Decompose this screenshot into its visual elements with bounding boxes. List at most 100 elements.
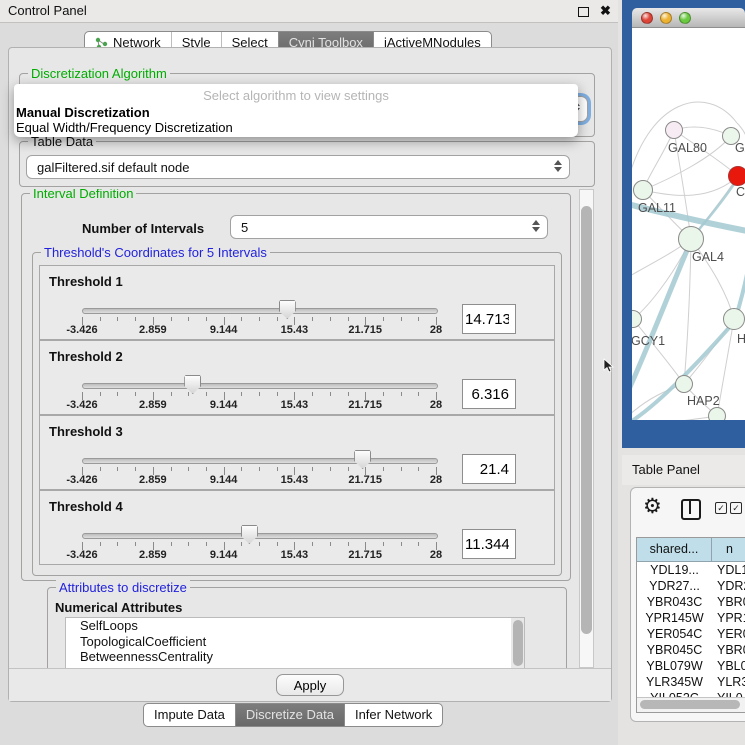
table-row[interactable]: YPR145WYPR1 — [637, 610, 745, 626]
dropdown-option-manual[interactable]: Manual Discretization — [14, 105, 578, 120]
close-traffic-light[interactable] — [641, 12, 653, 24]
bottom-tab-bar: Impute Data Discretize Data Infer Networ… — [143, 703, 443, 727]
stepper-icons — [532, 220, 540, 232]
table-row[interactable]: YBR043CYBR0 — [637, 594, 745, 610]
tick-mark — [188, 317, 189, 321]
tick-label: 15.43 — [281, 549, 309, 561]
table-row[interactable]: YBR045CYBR0 — [637, 642, 745, 658]
network-canvas[interactable]: GAL80 GA C GAL11 GAL4 GCY1 H HAP2 — [632, 28, 745, 420]
node-label-gcy1: GCY1 — [632, 334, 665, 348]
cell-name[interactable]: YBR0 — [712, 642, 745, 658]
cell-shared-name[interactable]: YBR043C — [637, 594, 712, 610]
apply-button[interactable]: Apply — [276, 674, 344, 696]
tab-infer-network[interactable]: Infer Network — [344, 704, 442, 726]
threshold-value-field[interactable] — [462, 529, 516, 559]
tick-mark — [277, 542, 278, 546]
column-header-shared-name[interactable]: shared... — [637, 538, 712, 561]
slider-track[interactable] — [82, 383, 438, 389]
zoom-traffic-light[interactable] — [679, 12, 691, 24]
checkbox-icon-1[interactable]: ✓ — [715, 502, 727, 514]
list-item[interactable]: TopologicalCoefficient — [66, 634, 524, 650]
table-row[interactable]: YDR27...YDR2 — [637, 578, 745, 594]
slider-track[interactable] — [82, 533, 438, 539]
tick-mark — [241, 467, 242, 471]
node-red[interactable] — [729, 167, 745, 186]
tick-mark — [330, 392, 331, 396]
column-header-name[interactable]: n — [712, 538, 745, 561]
node-label-gal11: GAL11 — [638, 201, 676, 215]
threshold-coordinates-title: Threshold's Coordinates for 5 Intervals — [41, 245, 270, 260]
threshold-label: Threshold 4 — [49, 499, 123, 514]
tick-mark — [135, 542, 136, 546]
tick-mark — [117, 542, 118, 546]
table-row[interactable]: YBL079WYBL0 — [637, 658, 745, 674]
threshold-value-field[interactable] — [462, 379, 516, 409]
slider-track[interactable] — [82, 308, 438, 314]
tick-label: 21.715 — [348, 474, 382, 486]
cell-name[interactable]: YER0 — [712, 626, 745, 642]
slider-handle[interactable] — [241, 525, 258, 544]
table-data-select[interactable]: galFiltered.sif default node — [26, 155, 570, 179]
threshold-value-field[interactable] — [462, 454, 516, 484]
minimize-traffic-light[interactable] — [660, 12, 672, 24]
cell-shared-name[interactable]: YDR27... — [637, 578, 712, 594]
threshold-label: Threshold 2 — [49, 349, 123, 364]
cell-shared-name[interactable]: YLR345W — [637, 674, 712, 690]
horizontal-scrollbar[interactable] — [637, 697, 745, 712]
numerical-attributes-list[interactable]: SelfLoopsTopologicalCoefficientBetweenne… — [65, 617, 525, 668]
gear-icon[interactable]: ⚙ — [643, 494, 662, 519]
cell-name[interactable]: YPR1 — [712, 610, 745, 626]
cell-name[interactable]: YBR0 — [712, 594, 745, 610]
cell-shared-name[interactable]: YBR045C — [637, 642, 712, 658]
threshold-value-field[interactable] — [462, 304, 516, 334]
list-item[interactable]: BetweennessCentrality — [66, 649, 524, 665]
cell-name[interactable]: YDR2 — [712, 578, 745, 594]
table-row[interactable]: YDL19...YDL1 — [637, 562, 745, 578]
cell-shared-name[interactable]: YDL19... — [637, 562, 712, 578]
scrollbar-thumb[interactable] — [640, 700, 740, 709]
tick-mark — [188, 392, 189, 396]
cell-name[interactable]: YBL0 — [712, 658, 745, 674]
cell-name[interactable]: YDL1 — [712, 562, 745, 578]
slider-handle[interactable] — [279, 300, 296, 319]
threshold-row: Threshold 3 -3.4262.8599.14415.4321.7152… — [39, 415, 555, 490]
table-data-value: galFiltered.sif default node — [37, 160, 189, 175]
cell-shared-name[interactable]: YPR145W — [637, 610, 712, 626]
slider-handle[interactable] — [184, 375, 201, 394]
vertical-scrollbar[interactable] — [579, 189, 594, 668]
tab-discretize-data[interactable]: Discretize Data — [235, 704, 344, 726]
node-gal11[interactable] — [634, 181, 653, 200]
node-mid-right[interactable] — [724, 309, 745, 330]
network-window-titlebar[interactable] — [632, 8, 745, 28]
num-intervals-select[interactable]: 5 — [230, 215, 548, 239]
checkbox-icon-2[interactable]: ✓ — [730, 502, 742, 514]
attributes-group-title: Attributes to discretize — [56, 580, 190, 595]
table-body: YDL19...YDL1YDR27...YDR2YBR043CYBR0YPR14… — [637, 562, 745, 706]
float-window-icon[interactable] — [578, 7, 589, 17]
dropdown-option-equal-width[interactable]: Equal Width/Frequency Discretization — [14, 120, 578, 135]
split-columns-icon[interactable] — [681, 499, 701, 520]
tick-mark — [100, 317, 101, 321]
list-item[interactable]: SelfLoops — [66, 618, 524, 634]
table-row[interactable]: YER054CYER0 — [637, 626, 745, 642]
tab-impute-data[interactable]: Impute Data — [144, 704, 235, 726]
scrollbar-thumb[interactable] — [581, 206, 592, 634]
apply-row: Apply — [9, 668, 611, 701]
node-bottom[interactable] — [709, 408, 726, 421]
slider-track[interactable] — [82, 458, 438, 464]
tick-mark — [135, 467, 136, 471]
close-icon[interactable]: ✖ — [600, 3, 611, 19]
node-gal80[interactable] — [666, 122, 683, 139]
tick-mark — [401, 467, 402, 471]
cell-name[interactable]: YLR3 — [712, 674, 745, 690]
slider-handle[interactable] — [354, 450, 371, 469]
node-table: shared... n YDL19...YDL1YDR27...YDR2YBR0… — [636, 537, 745, 713]
node-gal4[interactable] — [679, 227, 704, 252]
tick-mark — [348, 392, 349, 396]
cell-shared-name[interactable]: YER054C — [637, 626, 712, 642]
list-scrollbar[interactable] — [511, 618, 524, 668]
tick-mark — [401, 317, 402, 321]
table-row[interactable]: YLR345WYLR3 — [637, 674, 745, 690]
node-hap2[interactable] — [676, 376, 693, 393]
cell-shared-name[interactable]: YBL079W — [637, 658, 712, 674]
